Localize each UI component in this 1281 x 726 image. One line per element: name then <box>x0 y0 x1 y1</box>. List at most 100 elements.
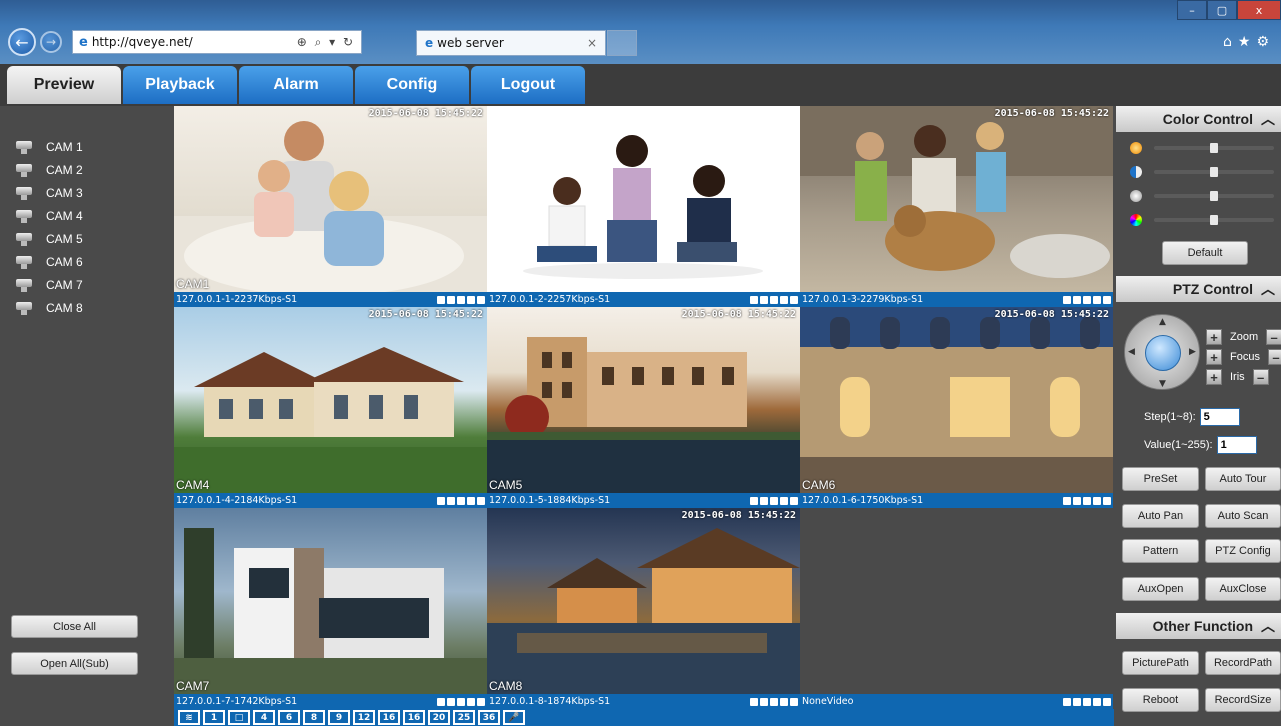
layout-12-button[interactable]: 12 <box>353 710 375 725</box>
tab-config[interactable]: Config <box>355 66 469 104</box>
layout-auto-button[interactable]: ≋ <box>178 710 200 725</box>
focus-in-button[interactable]: + <box>1206 349 1222 365</box>
minimize-button[interactable]: – <box>1177 0 1207 20</box>
ptz-control-header[interactable]: PTZ Control ︿ <box>1116 276 1281 302</box>
cell-control-icons[interactable] <box>1063 295 1113 304</box>
video-cell-7[interactable]: CAM7 127.0.0.1-7-1742Kbps-S1 <box>174 508 487 709</box>
default-button[interactable]: Default <box>1162 241 1248 265</box>
close-all-button[interactable]: Close All <box>11 615 138 638</box>
video-cell-1[interactable]: 2015-06-08 15:45:22 CAM1 127.0.0.1-1-223… <box>174 106 487 307</box>
slider-thumb[interactable] <box>1210 191 1218 201</box>
preset-button[interactable]: PreSet <box>1122 467 1199 491</box>
layout-16a-button[interactable]: 16 <box>378 710 400 725</box>
slider-thumb[interactable] <box>1210 143 1218 153</box>
tab-playback[interactable]: Playback <box>123 66 237 104</box>
contrast-slider[interactable] <box>1130 164 1280 180</box>
cell-control-icons[interactable] <box>437 697 487 706</box>
layout-36-button[interactable]: 36 <box>478 710 500 725</box>
camera-item-4[interactable]: CAM 4 <box>16 205 83 227</box>
record-path-button[interactable]: RecordPath <box>1205 651 1281 675</box>
video-cell-8[interactable]: 2015-06-08 15:45:22 CAM8 127.0.0.1-8-187… <box>487 508 800 709</box>
step-input[interactable] <box>1199 408 1240 426</box>
cell-control-icons[interactable] <box>437 496 487 505</box>
video-cell-3[interactable]: 2015-06-08 15:45:22 127.0.0.1-3-2279Kbps… <box>800 106 1113 307</box>
aux-close-button[interactable]: AuxClose <box>1205 577 1281 601</box>
iris-open-button[interactable]: + <box>1206 369 1222 385</box>
cell-control-icons[interactable] <box>750 295 800 304</box>
other-function-header[interactable]: Other Function ︿ <box>1116 613 1281 639</box>
back-button[interactable]: ← <box>8 28 36 56</box>
ptz-config-button[interactable]: PTZ Config <box>1205 539 1281 563</box>
pattern-button[interactable]: Pattern <box>1122 539 1199 563</box>
zoom-out-button[interactable]: – <box>1266 329 1281 345</box>
zoom-in-button[interactable]: + <box>1206 329 1222 345</box>
slider-track[interactable] <box>1154 191 1274 201</box>
browser-tab[interactable]: e web server × <box>416 30 606 56</box>
picture-path-button[interactable]: PicturePath <box>1122 651 1199 675</box>
layout-full-button[interactable]: □ <box>228 710 250 725</box>
slider-track[interactable] <box>1154 215 1274 225</box>
hue-slider[interactable] <box>1130 212 1280 228</box>
browser-toolbar-icons[interactable]: ⌂★⚙ <box>1223 34 1275 50</box>
camera-item-2[interactable]: CAM 2 <box>16 159 83 181</box>
brightness-slider[interactable] <box>1130 140 1280 156</box>
camera-item-3[interactable]: CAM 3 <box>16 182 83 204</box>
address-tools-icon[interactable]: ⊕ ⌕ ▾ ↻ <box>297 35 361 50</box>
value-input[interactable] <box>1216 436 1257 454</box>
camera-item-5[interactable]: CAM 5 <box>16 228 83 250</box>
tab-preview[interactable]: Preview <box>7 66 121 104</box>
slider-track[interactable] <box>1154 167 1274 177</box>
cell-control-icons[interactable] <box>1063 496 1113 505</box>
close-window-button[interactable]: x <box>1237 0 1281 20</box>
cell-control-icons[interactable] <box>750 697 800 706</box>
tab-logout[interactable]: Logout <box>471 66 585 104</box>
ptz-right-icon[interactable]: ▶ <box>1189 347 1196 357</box>
slider-track[interactable] <box>1154 143 1274 153</box>
layout-4-button[interactable]: 4 <box>253 710 275 725</box>
auto-tour-button[interactable]: Auto Tour <box>1205 467 1281 491</box>
layout-16b-button[interactable]: 16 <box>403 710 425 725</box>
collapse-chevron-icon[interactable]: ︿ <box>1261 616 1275 636</box>
saturation-slider[interactable] <box>1130 188 1280 204</box>
collapse-chevron-icon[interactable]: ︿ <box>1261 109 1275 129</box>
reboot-button[interactable]: Reboot <box>1122 688 1199 712</box>
focus-out-button[interactable]: – <box>1267 349 1281 365</box>
maximize-button[interactable]: ▢ <box>1207 0 1237 20</box>
ptz-direction-pad[interactable]: ▲ ▼ ◀ ▶ <box>1124 314 1200 390</box>
collapse-chevron-icon[interactable]: ︿ <box>1261 279 1275 299</box>
aux-open-button[interactable]: AuxOpen <box>1122 577 1199 601</box>
layout-25-button[interactable]: 25 <box>453 710 475 725</box>
cell-control-icons[interactable] <box>1063 697 1113 706</box>
ptz-center-icon[interactable] <box>1145 335 1181 371</box>
video-cell-5[interactable]: 2015-06-08 15:45:22 CAM5 127.0.0.1-5-188… <box>487 307 800 508</box>
record-size-button[interactable]: RecordSize <box>1205 688 1281 712</box>
video-cell-9[interactable]: NoneVideo <box>800 508 1113 709</box>
cell-control-icons[interactable] <box>437 295 487 304</box>
layout-8-button[interactable]: 8 <box>303 710 325 725</box>
video-cell-6[interactable]: 2015-06-08 15:45:22 CAM6 127.0.0.1-6-175… <box>800 307 1113 508</box>
ptz-left-icon[interactable]: ◀ <box>1128 347 1135 357</box>
video-cell-4[interactable]: 2015-06-08 15:45:22 CAM4 127.0.0.1-4-218… <box>174 307 487 508</box>
tab-alarm[interactable]: Alarm <box>239 66 353 104</box>
cell-control-icons[interactable] <box>750 496 800 505</box>
auto-scan-button[interactable]: Auto Scan <box>1205 504 1281 528</box>
color-control-header[interactable]: Color Control ︿ <box>1116 106 1281 132</box>
forward-button[interactable]: → <box>40 31 62 53</box>
layout-20-button[interactable]: 20 <box>428 710 450 725</box>
ptz-down-icon[interactable]: ▼ <box>1159 379 1166 389</box>
auto-pan-button[interactable]: Auto Pan <box>1122 504 1199 528</box>
camera-item-7[interactable]: CAM 7 <box>16 274 83 296</box>
camera-item-6[interactable]: CAM 6 <box>16 251 83 273</box>
ptz-up-icon[interactable]: ▲ <box>1159 317 1166 327</box>
camera-item-8[interactable]: CAM 8 <box>16 297 83 319</box>
layout-1-button[interactable]: 1 <box>203 710 225 725</box>
slider-thumb[interactable] <box>1210 167 1218 177</box>
open-all-sub-button[interactable]: Open All(Sub) <box>11 652 138 675</box>
layout-6-button[interactable]: 6 <box>278 710 300 725</box>
address-bar[interactable]: e http://qveye.net/ ⊕ ⌕ ▾ ↻ <box>72 30 362 54</box>
camera-item-1[interactable]: CAM 1 <box>16 136 83 158</box>
iris-close-button[interactable]: – <box>1252 369 1269 385</box>
new-tab-button[interactable] <box>607 30 637 56</box>
video-cell-2[interactable]: 127.0.0.1-2-2257Kbps-S1 <box>487 106 800 307</box>
layout-9-button[interactable]: 9 <box>328 710 350 725</box>
